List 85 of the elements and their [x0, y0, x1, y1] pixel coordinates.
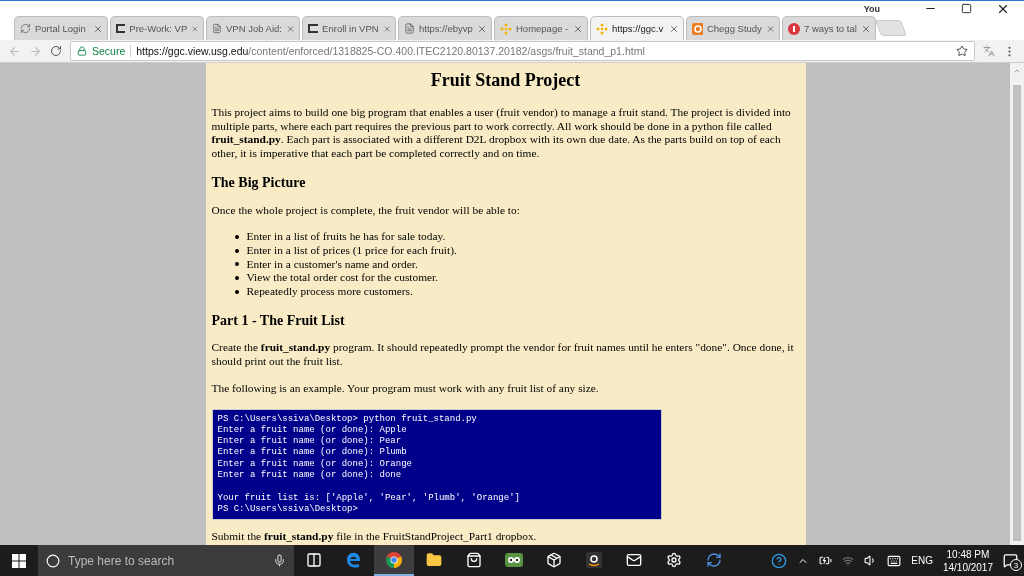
browser-tab[interactable]: Homepage -	[494, 16, 588, 40]
paragraph: Submit the fruit_stand.py file in the FruitStandProject_Part1 dropbox.	[211, 530, 538, 544]
list-item: Enter in a list of fruits he has for sale today.	[246, 230, 446, 244]
console-line: PS C:\Users\ssiva\Desktop>	[217, 503, 359, 516]
wifi-icon[interactable]	[842, 554, 855, 567]
store-bag-icon[interactable]	[466, 551, 482, 568]
console-line: PS C:\Users\ssiva\Desktop> python fruit_stand.py	[217, 413, 478, 425]
search-field[interactable]: Type here to search	[38, 545, 294, 576]
keyboard-icon[interactable]	[887, 553, 902, 568]
tab-title: VPN Job Aid:	[225, 23, 282, 34]
letter-logo-icon	[692, 22, 703, 35]
sync-icon[interactable]	[706, 551, 722, 568]
url-text: https://ggc.view.usg.edu/content/enforced/1318825-CO.400.ITEC2120.80137.20182/asgs/fruit_stand_p1.html	[136, 45, 646, 57]
console-line: Enter a fruit name (or done): done	[217, 470, 403, 482]
browser-tab[interactable]: Portal Login	[14, 16, 108, 40]
browser-tab[interactable]: 7 ways to tal	[782, 16, 876, 40]
browser-logo-icon[interactable]	[386, 551, 402, 568]
tab-title: https://ebyvp	[419, 23, 473, 34]
list-item: View the total order cost for the customer.	[246, 271, 439, 286]
reload-icon[interactable]	[50, 45, 62, 57]
tab-title: 7 ways to tal	[804, 23, 857, 34]
browser-tab[interactable]: https://ebyvp	[398, 16, 492, 40]
bullet-icon	[234, 248, 239, 253]
bullet-icon	[234, 276, 239, 281]
notification-count: 3	[1010, 559, 1022, 571]
page-icon	[212, 23, 222, 34]
windows-logo-icon[interactable]	[12, 553, 26, 568]
security-label: Secure	[92, 45, 126, 57]
paragraph: This project aims to build one big program that enables a user (fruit vendor) to manage a fruit stand. The project is divided into multiple parts, where each part requires the previous part to work correctly. All work should be done in a python file called fruit_stand.py. Each part is associated with a different D2L dropbox with its own due date. As the parts build on top of each other, it is imperative that each part be completed correctly and on time.	[211, 106, 792, 161]
bullet-icon	[234, 235, 239, 240]
bullet-icon	[234, 289, 239, 294]
microphone-icon[interactable]	[273, 554, 286, 567]
app-icon	[116, 24, 126, 33]
sync-icon	[20, 23, 31, 34]
console-line: Enter a fruit name (or done): Plumb	[217, 447, 408, 459]
box-icon[interactable]	[546, 551, 562, 568]
owl-eyes-icon[interactable]	[505, 552, 523, 567]
maximize-icon[interactable]	[961, 3, 972, 14]
mail-icon[interactable]	[626, 551, 642, 568]
page-icon	[404, 23, 415, 34]
list-item: Enter in a customer's name and order.	[246, 257, 418, 272]
clock[interactable]: 10:48 PM 14/10/2017	[942, 547, 993, 574]
tab-title: https://ggc.v	[612, 23, 665, 34]
search-placeholder: Type here to search	[68, 553, 176, 568]
browser-e-icon[interactable]	[346, 551, 362, 568]
tab-title: Enroll in VPN	[322, 23, 379, 34]
paragraph: Create the fruit_stand.py program. It should repeatedly prompt the vendor for fruit names until he enters "done". Once done, it should print out the fruit list.	[211, 341, 795, 369]
tab-title: Pre-Work: VP	[129, 23, 188, 34]
tab-title: Homepage -	[516, 23, 569, 34]
section-heading: The Big Picture	[211, 175, 307, 190]
folder-icon[interactable]	[426, 551, 442, 568]
help-icon[interactable]	[771, 552, 788, 569]
browser-tab[interactable]: VPN Job Aid:	[206, 16, 300, 40]
bookmark-star-icon[interactable]	[956, 45, 968, 57]
settings-icon[interactable]	[666, 551, 682, 568]
browser-tab[interactable]: Enroll in VPN	[302, 16, 396, 40]
user-name[interactable]: You	[863, 3, 880, 14]
paragraph: The following is an example. Your program must work with any fruit list of any size.	[211, 381, 600, 396]
translate-icon[interactable]	[983, 45, 995, 57]
app-icon	[308, 24, 319, 33]
browser-tab[interactable]: Chegg Study	[686, 16, 780, 40]
console-line: Enter a fruit name (or done): Orange	[217, 458, 413, 470]
circle-logo-icon	[788, 22, 800, 35]
paragraph: Once the whole project is complete, the fruit vendor will be able to:	[211, 203, 521, 218]
sparkle-icon	[596, 22, 608, 35]
console-line: Your fruit list is: ['Apple', 'Pear', 'Plumb', 'Orange']	[217, 492, 521, 504]
sparkle-icon	[500, 22, 512, 35]
section-heading: Part 1 - The Fruit List	[211, 313, 346, 328]
console-line: Enter a fruit name (or done): Pear	[217, 436, 403, 447]
task-view-icon[interactable]	[306, 551, 322, 568]
browser-tab[interactable]: Pre-Work: VP	[110, 16, 204, 40]
tab-title: Chegg Study	[706, 23, 762, 34]
browser-tab[interactable]: https://ggc.v	[590, 16, 684, 40]
list-item: Enter in a list of prices (1 price for each fruit).	[246, 243, 457, 258]
search-circle-icon	[46, 553, 60, 568]
battery-icon[interactable]	[819, 554, 833, 567]
language-indicator[interactable]: ENG	[911, 555, 933, 566]
tab-title: Portal Login	[35, 23, 87, 34]
address-field[interactable]: Secure https://ggc.view.usg.edu/content/enforced/1318825-CO.400.ITEC2120.80137.20182/asgs/fruit_stand_p1.html	[70, 41, 975, 61]
console-line: Enter a fruit name (or done): Apple	[217, 424, 408, 436]
bullet-icon	[234, 262, 239, 267]
page-title: Fruit Stand Project	[429, 69, 582, 91]
lock-icon	[77, 46, 87, 56]
list-item: Repeatedly process more customers.	[246, 285, 413, 299]
scrollbar-thumb[interactable]	[1013, 85, 1021, 541]
